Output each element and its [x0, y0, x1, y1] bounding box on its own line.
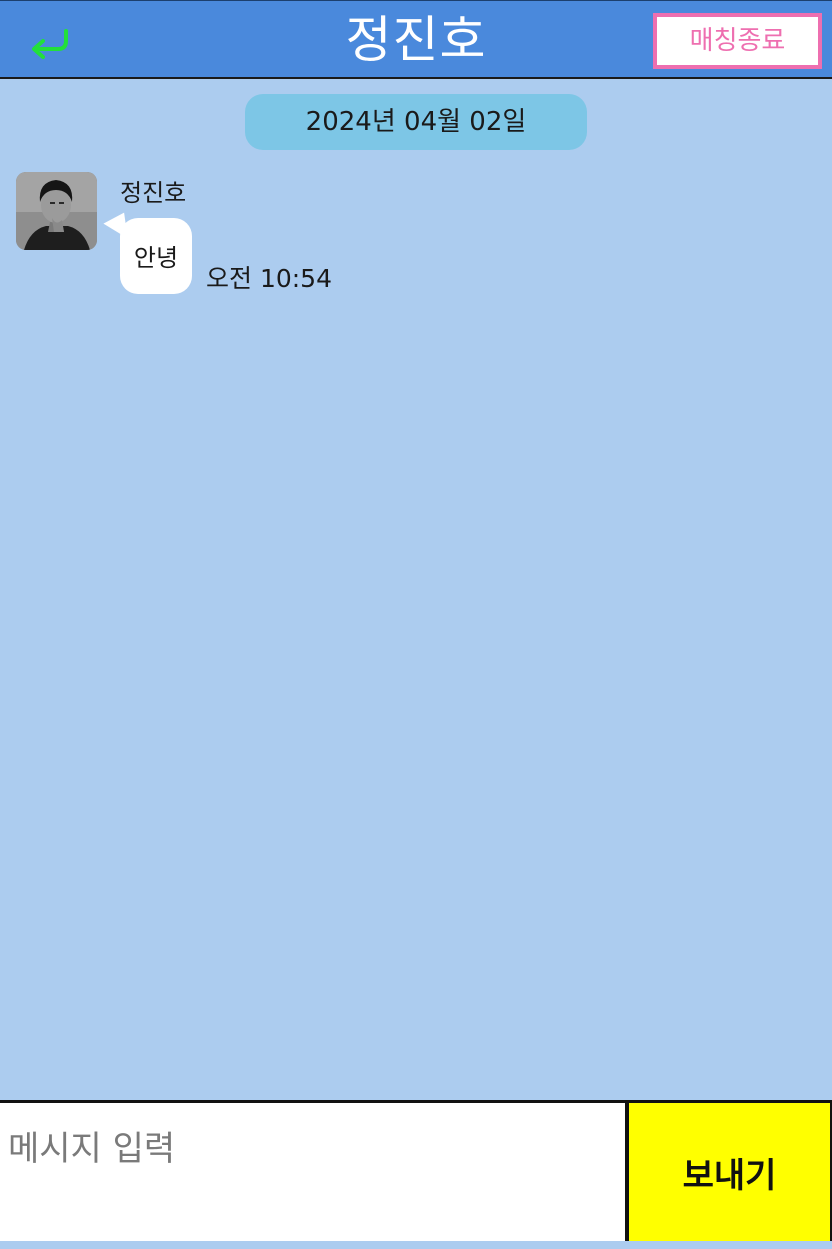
end-matching-button[interactable]: 매칭종료 [653, 13, 822, 69]
chat-header: 정진호 매칭종료 [0, 0, 832, 79]
sender-name: 정진호 [120, 179, 187, 207]
message-input[interactable] [0, 1103, 625, 1241]
profile-photo [16, 172, 97, 250]
send-button[interactable]: 보내기 [625, 1103, 832, 1241]
date-divider: 2024년 04월 02일 [245, 94, 587, 150]
message-timestamp: 오전 10:54 [206, 264, 332, 293]
avatar[interactable] [16, 172, 97, 250]
message-bubble: 안녕 [120, 218, 192, 294]
message-composer: 보내기 [0, 1100, 832, 1241]
